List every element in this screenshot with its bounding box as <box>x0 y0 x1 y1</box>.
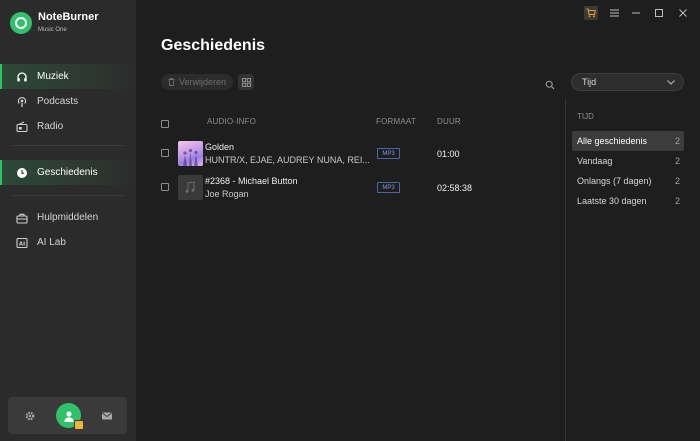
column-header-audio-info: AUDIO-INFO <box>207 117 257 126</box>
minimize-icon[interactable] <box>630 6 642 20</box>
brand: NoteBurner Music One <box>10 11 99 34</box>
filter-count: 2 <box>674 156 680 166</box>
music-note-icon <box>178 175 203 200</box>
page-title: Geschiedenis <box>161 37 266 54</box>
cart-icon[interactable] <box>584 6 598 20</box>
radio-icon <box>16 121 28 133</box>
filter-count: 2 <box>674 136 680 146</box>
podcast-icon <box>16 96 28 108</box>
sidebar-item-label: Radio <box>37 121 64 132</box>
sidebar-item-muziek[interactable]: Muziek <box>0 64 136 89</box>
sidebar-item-label: Geschiedenis <box>37 167 98 178</box>
sidebar-divider <box>12 145 124 146</box>
column-header-format: FORMAAT <box>376 117 416 126</box>
mail-icon[interactable] <box>101 410 113 422</box>
album-cover-image <box>178 141 203 166</box>
clock-icon <box>16 167 28 179</box>
filter-label: Vandaag <box>577 156 613 166</box>
sort-select-value: Tijd <box>582 77 597 87</box>
format-badge: MP3 <box>377 182 400 193</box>
sidebar-bottom-bar <box>8 397 127 434</box>
track-title: #2368 - Michael Button <box>205 176 298 186</box>
delete-button[interactable]: Verwijderen <box>161 74 234 90</box>
menu-icon[interactable] <box>608 6 620 20</box>
column-header-duration: DUUR <box>437 117 461 126</box>
row-checkbox[interactable] <box>161 149 169 157</box>
maximize-icon[interactable] <box>653 6 665 20</box>
sidebar-divider <box>12 195 124 196</box>
premium-badge-icon <box>74 420 84 430</box>
sidebar-item-ai-lab[interactable]: AI AI Lab <box>0 230 136 255</box>
search-icon[interactable] <box>545 77 555 90</box>
sidebar-item-label: AI Lab <box>37 237 66 248</box>
noteburner-logo-icon <box>10 11 32 34</box>
filter-count: 2 <box>674 196 680 206</box>
table-row[interactable]: Golden HUNTR/X, EJAE, AUDREY NUNA, REI..… <box>161 140 561 170</box>
app-subtitle: Music One <box>38 27 67 33</box>
sidebar-item-label: Hulpmiddelen <box>37 212 99 223</box>
settings-icon[interactable] <box>24 410 36 422</box>
trash-icon <box>168 78 175 86</box>
close-icon[interactable] <box>677 6 689 20</box>
svg-text:AI: AI <box>19 241 25 247</box>
filter-label: Laatste 30 dagen <box>577 196 647 206</box>
ai-icon: AI <box>16 237 28 249</box>
filter-label: Alle geschiedenis <box>577 136 648 146</box>
filter-count: 2 <box>674 176 680 186</box>
sort-select[interactable]: Tijd <box>571 73 684 91</box>
filter-last-7-days[interactable]: Onlangs (7 dagen) 2 <box>572 171 684 191</box>
track-duration: 01:00 <box>437 149 460 159</box>
table-row[interactable]: #2368 - Michael Button Joe Rogan MP3 02:… <box>161 174 561 204</box>
row-checkbox[interactable] <box>161 183 169 191</box>
sidebar-item-radio[interactable]: Radio <box>0 114 136 139</box>
delete-button-label: Verwijderen <box>179 77 227 87</box>
filter-last-30-days[interactable]: Laatste 30 dagen 2 <box>572 191 684 211</box>
sidebar: NoteBurner Music One Muziek Podcasts Rad… <box>0 0 136 441</box>
toolbox-icon <box>16 212 28 224</box>
sidebar-item-label: Muziek <box>37 71 69 82</box>
sidebar-item-hulpmiddelen[interactable]: Hulpmiddelen <box>0 205 136 230</box>
headphones-icon <box>16 71 28 83</box>
filter-today[interactable]: Vandaag 2 <box>572 151 684 171</box>
track-duration: 02:58:38 <box>437 183 473 193</box>
avatar[interactable] <box>56 403 84 430</box>
track-artist: Joe Rogan <box>205 189 249 199</box>
filter-label: Onlangs (7 dagen) <box>577 176 652 186</box>
grid-view-icon[interactable] <box>238 74 254 90</box>
history-filter-heading: TIJD <box>577 112 594 121</box>
track-artist: HUNTR/X, EJAE, AUDREY NUNA, REI... <box>205 155 370 165</box>
filter-all-history[interactable]: Alle geschiedenis 2 <box>572 131 684 151</box>
app-name: NoteBurner <box>38 11 99 23</box>
sidebar-item-podcasts[interactable]: Podcasts <box>0 89 136 114</box>
chevron-down-icon <box>667 79 675 85</box>
panel-divider <box>565 98 566 441</box>
select-all-checkbox[interactable] <box>161 120 169 128</box>
format-badge: MP3 <box>377 148 400 159</box>
sidebar-item-label: Podcasts <box>37 96 79 107</box>
track-title: Golden <box>205 142 235 152</box>
sidebar-item-geschiedenis[interactable]: Geschiedenis <box>0 160 136 185</box>
